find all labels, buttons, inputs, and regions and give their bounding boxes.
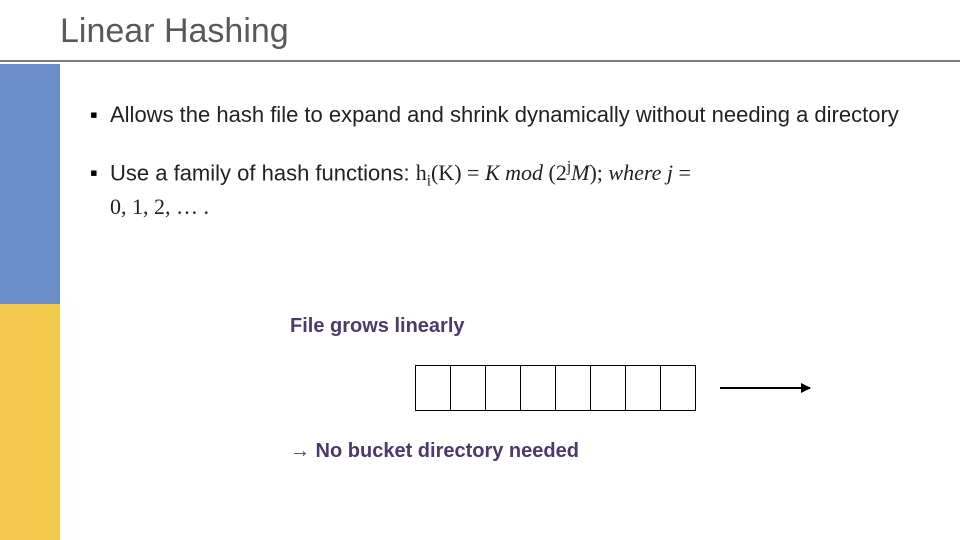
rparen: ) — [589, 160, 596, 185]
bullet-list: Allows the hash file to expand and shrin… — [90, 100, 930, 250]
fn-arg: (K) — [431, 160, 462, 185]
growth-arrow-icon — [720, 387, 810, 389]
const-2: 2 — [556, 160, 567, 185]
fn-name: h — [416, 160, 427, 185]
bullet-2: Use a family of hash functions: hi(K) = … — [90, 158, 930, 222]
bucket-cell — [520, 365, 556, 411]
slide: Linear Hashing Allows the hash file to e… — [0, 0, 960, 540]
bucket-cell — [485, 365, 521, 411]
eq-sign-2: = — [673, 160, 691, 185]
sidebar-accent-blue — [0, 64, 60, 304]
caption-no-directory: → No bucket directory needed — [290, 440, 579, 463]
op-mod: mod — [500, 160, 549, 185]
where-word: where — [608, 160, 666, 185]
formula-tail: 0, 1, 2, … . — [110, 194, 209, 219]
lparen: ( — [549, 160, 556, 185]
caption-no-directory-text: No bucket directory needed — [310, 440, 579, 462]
semi: ; — [597, 160, 609, 185]
title-underline — [0, 60, 960, 62]
arrow-right-icon: → — [290, 440, 310, 462]
bucket-cell — [555, 365, 591, 411]
bucket-cell — [625, 365, 661, 411]
bucket-cell — [415, 365, 451, 411]
eq-sign: = — [462, 160, 485, 185]
var-M: M — [571, 160, 589, 185]
bullet-2-prefix: Use a family of hash functions: — [110, 160, 416, 185]
bucket-row — [415, 365, 696, 411]
var-K: K — [485, 160, 500, 185]
bucket-cell — [590, 365, 626, 411]
bullet-1: Allows the hash file to expand and shrin… — [90, 100, 930, 130]
bucket-cell — [450, 365, 486, 411]
bucket-cell — [660, 365, 696, 411]
hash-formula: hi(K) = K mod (2jM); where j = — [416, 160, 691, 185]
caption-file-grows: File grows linearly — [290, 315, 465, 338]
slide-title: Linear Hashing — [60, 12, 289, 51]
